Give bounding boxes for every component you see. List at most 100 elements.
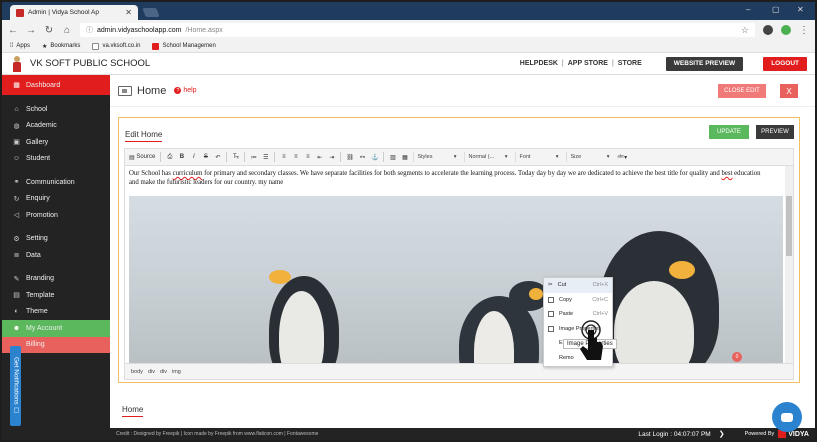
home-nav-icon[interactable]: ⌂ [62,25,72,36]
strikethrough-icon[interactable]: S [202,153,209,162]
close-x-button[interactable]: X [780,84,798,98]
italic-icon[interactable]: I [190,153,197,162]
anchor-icon[interactable]: ⚓ [371,153,378,162]
path-div[interactable]: div [148,369,155,375]
home-page-icon [118,85,132,96]
outdent-icon[interactable]: ⇤ [316,153,323,162]
sidebar-item-enquiry[interactable]: ↻ Enquiry [2,191,110,208]
bookmark-star-icon[interactable]: ☆ [741,25,749,36]
home-footer-tab[interactable]: Home [122,405,144,417]
footer-credit: Credit : Designed by Freepik | Icon made… [116,431,319,437]
chat-icon [781,412,793,422]
indent-icon[interactable]: ⇥ [328,153,335,162]
size-dropdown[interactable]: Size ▾ [566,152,612,162]
editor-content[interactable]: Our School has curriculum for primary an… [125,166,793,363]
account-icon: ☻ [12,324,21,332]
bookmark-vksoft[interactable]: va.vksoft.co.in [92,42,140,50]
helpdesk-link[interactable]: HELPDESK [520,60,558,67]
bullet-list-icon[interactable]: ☰ [262,153,269,162]
brush-icon: ✎ [13,275,20,283]
star-icon: ★ [42,43,48,50]
store-link[interactable]: STORE [618,60,642,67]
chevron-right-icon[interactable]: ❯ [719,430,725,438]
unlink-icon[interactable]: ⚯ [359,153,366,162]
app-store-link[interactable]: APP STORE [568,60,608,67]
sidebar-item-student[interactable]: ☺ Student [2,151,110,168]
source-button[interactable]: ▤ Source [129,153,155,162]
minimize-icon[interactable]: – [746,5,750,14]
page-title: Home [137,84,167,97]
notification-count-badge[interactable]: 0 [732,352,742,362]
clear-format-icon[interactable]: T̶ₓ [232,153,239,162]
school-bookmark-icon [152,42,160,50]
sidebar-item-school[interactable]: ⌂ School [2,101,110,118]
bookmark-apps[interactable]: ⁞⁞ Apps [10,43,30,49]
context-menu-cut[interactable]: ✂ Cut Ctrl+X [544,278,612,293]
sidebar-item-data[interactable]: ≣ Data [2,247,110,264]
sidebar-item-dashboard[interactable]: ▦ Dashboard [2,75,110,95]
sidebar-item-setting[interactable]: ⚙ Setting [2,231,110,248]
sidebar-item-communication[interactable]: ⚭ Communication [2,174,110,191]
update-button[interactable]: UPDATE [709,125,749,139]
bold-icon[interactable]: B [178,153,185,162]
extension-flag-icon[interactable] [763,25,773,35]
tab-close-icon[interactable]: ✕ [125,8,132,17]
logout-button[interactable]: LOGOUT [763,56,807,71]
image-icon[interactable]: ▨ [389,153,396,162]
get-notifications-tab[interactable]: Get Notifications ☐ [10,346,21,426]
reload-icon[interactable]: ↻ [44,25,54,36]
sidebar-item-academic[interactable]: ◍ Academic [2,118,110,135]
scrollbar-thumb[interactable] [786,196,792,256]
screen: Admin | Vidya School Ap ✕ – ▢ ✕ ← → ↻ ⌂ … [2,2,815,440]
preview-button[interactable]: PREVIEW [756,125,794,139]
chevron-down-icon: ▾ [453,154,457,160]
browser-tab[interactable]: Admin | Vidya School Ap ✕ [10,5,138,20]
font-dropdown[interactable]: Font ▾ [515,152,561,162]
page-header: Home ? help CLOSE EDIT X [110,75,815,107]
sidebar-item-branding[interactable]: ✎ Branding [2,271,110,288]
url-input[interactable]: ⓘ admin.vidyaschoolapp.com/Home.aspx ☆ [80,23,755,37]
back-icon[interactable]: ← [8,25,18,36]
align-right-icon[interactable]: ≡ [304,153,311,162]
close-edit-button[interactable]: CLOSE EDIT [718,84,766,98]
window-close-icon[interactable]: ✕ [797,5,804,14]
chevron-down-icon: ▾ [504,154,508,160]
sidebar-item-promotion[interactable]: ◁ Promotion [2,207,110,224]
path-img[interactable]: img [172,369,181,375]
sidebar-item-template[interactable]: ▤ Template [2,287,110,304]
sidebar-item-theme[interactable]: ◐ Theme [2,304,110,321]
browser-tabstrip: Admin | Vidya School Ap ✕ – ▢ ✕ [2,2,815,20]
chat-widget-button[interactable] [772,402,802,432]
forward-icon[interactable]: → [26,25,36,36]
url-host: admin.vidyaschoolapp.com [97,26,182,34]
styles-dropdown[interactable]: Styles ▾ [413,152,459,162]
path-div[interactable]: div [160,369,167,375]
menu-dots-icon[interactable]: ⋮ [799,25,809,36]
new-tab-button[interactable] [142,8,160,17]
extension-green-icon[interactable] [781,25,791,35]
maximize-icon[interactable]: ▢ [772,5,780,14]
bookmark-school-management[interactable]: School Managemen [152,42,216,50]
sidebar-item-gallery[interactable]: ▣ Gallery [2,134,110,151]
school-logo-icon [10,55,24,72]
undo-icon[interactable]: ↶ [214,153,221,162]
chevron-down-icon: ▾ [555,154,559,160]
align-center-icon[interactable]: ≡ [292,153,299,162]
website-preview-button[interactable]: WEBSITE PREVIEW [665,56,744,71]
editor-scrollbar[interactable] [785,166,793,363]
path-body[interactable]: body [131,369,143,375]
link-icon[interactable]: ⛓ [346,153,354,162]
info-icon[interactable]: ⓘ [86,25,93,35]
context-menu-copy[interactable]: Copy Ctrl+C [544,293,612,308]
print-icon[interactable]: ⎙ [166,153,173,162]
table-icon[interactable]: ▦ [401,153,408,162]
format-dropdown[interactable]: Normal (... ▾ [464,152,510,162]
help-link[interactable]: ? help [174,87,197,94]
bookmarks-bar: ⁞⁞ Apps ★ Bookmarks va.vksoft.co.in School… [2,40,815,53]
penguin-image[interactable] [129,196,783,363]
numbered-list-icon[interactable]: ≔ [250,153,257,162]
align-left-icon[interactable]: ≡ [280,153,287,162]
spellcheck-icon[interactable]: ᵃᵇᶜ▾ [617,153,627,162]
sidebar-item-my-account[interactable]: ☻ My Account [2,320,110,337]
bookmark-bookmarks[interactable]: ★ Bookmarks [42,43,80,50]
